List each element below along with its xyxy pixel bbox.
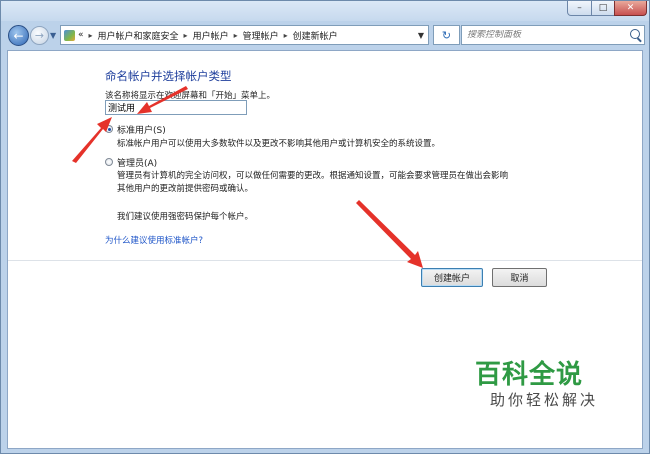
- why-standard-account-link[interactable]: 为什么建议使用标准帐户?: [105, 234, 203, 246]
- refresh-button[interactable]: ↻: [433, 25, 460, 45]
- watermark-subtitle: 助你轻松解决: [490, 391, 599, 409]
- create-account-button[interactable]: 创建帐户: [421, 268, 483, 287]
- control-panel-icon: [64, 29, 75, 41]
- standard-user-radio[interactable]: [105, 125, 113, 133]
- administrator-radio[interactable]: [105, 158, 113, 166]
- address-dropdown-icon[interactable]: ▼: [414, 31, 428, 40]
- forward-button[interactable]: →: [30, 26, 49, 45]
- breadcrumb-separator-icon[interactable]: ▸: [234, 31, 238, 40]
- maximize-button[interactable]: □: [591, 1, 615, 16]
- breadcrumb-separator-icon: ▸: [88, 30, 93, 40]
- refresh-icon: ↻: [441, 28, 452, 42]
- cancel-button[interactable]: 取消: [492, 268, 547, 287]
- breadcrumb-item-user-accounts[interactable]: 用户帐户: [193, 29, 229, 42]
- title-bar: – □ ✕: [1, 1, 649, 21]
- forward-arrow-icon: →: [34, 29, 45, 42]
- page-title: 命名帐户并选择帐户类型: [105, 69, 232, 83]
- password-recommendation: 我们建议使用强密码保护每个帐户。: [117, 212, 254, 222]
- search-input[interactable]: [467, 30, 627, 40]
- administrator-description: 管理员有计算机的完全访问权，可以做任何需要的更改。根据通知设置，可能会要求管理员…: [117, 170, 557, 196]
- standard-user-description: 标准帐户用户可以使用大多数软件以及更改不影响其他用户或计算机安全的系统设置。: [117, 139, 441, 149]
- account-name-input[interactable]: [105, 100, 247, 115]
- breadcrumb-item-manage-accounts[interactable]: 管理帐户: [243, 29, 279, 42]
- minimize-icon: –: [577, 3, 582, 13]
- address-bar[interactable]: « ▸ 用户帐户和家庭安全 ▸ 用户帐户 ▸ 管理帐户 ▸ 创建新帐户 ▼: [60, 25, 429, 45]
- back-button[interactable]: ←: [8, 25, 29, 46]
- administrator-description-line: 其他用户的更改前提供密码或确认。: [117, 184, 254, 194]
- maximize-icon: □: [598, 3, 608, 13]
- breadcrumb-separator-icon[interactable]: ▸: [284, 31, 288, 40]
- watermark-title: 百科全说: [475, 360, 584, 390]
- search-icon[interactable]: [630, 29, 640, 39]
- breadcrumb-item-family-safety[interactable]: 用户帐户和家庭安全: [98, 29, 179, 42]
- administrator-description-line: 管理员有计算机的完全访问权，可以做任何需要的更改。根据通知设置，可能会要求管理员…: [117, 171, 509, 181]
- close-button[interactable]: ✕: [614, 1, 647, 16]
- search-box[interactable]: [461, 25, 645, 45]
- breadcrumb-item-create-account[interactable]: 创建新帐户: [293, 29, 338, 42]
- standard-user-label[interactable]: 标准用户(S): [117, 123, 166, 136]
- close-icon: ✕: [626, 3, 635, 13]
- back-arrow-icon: ←: [13, 28, 24, 43]
- navigation-bar: ← → ▼ « ▸ 用户帐户和家庭安全 ▸ 用户帐户 ▸ 管理帐户 ▸ 创建新帐…: [1, 21, 649, 49]
- administrator-label[interactable]: 管理员(A): [117, 156, 157, 169]
- recent-pages-dropdown[interactable]: ▼: [50, 31, 56, 40]
- watermark: 百科全说 助你轻松解决: [475, 360, 615, 410]
- breadcrumb-separator-icon[interactable]: ▸: [184, 31, 188, 40]
- divider: [8, 260, 642, 261]
- breadcrumb-overflow[interactable]: «: [78, 30, 84, 40]
- minimize-button[interactable]: –: [567, 1, 592, 16]
- chevron-down-icon: ▼: [50, 31, 57, 40]
